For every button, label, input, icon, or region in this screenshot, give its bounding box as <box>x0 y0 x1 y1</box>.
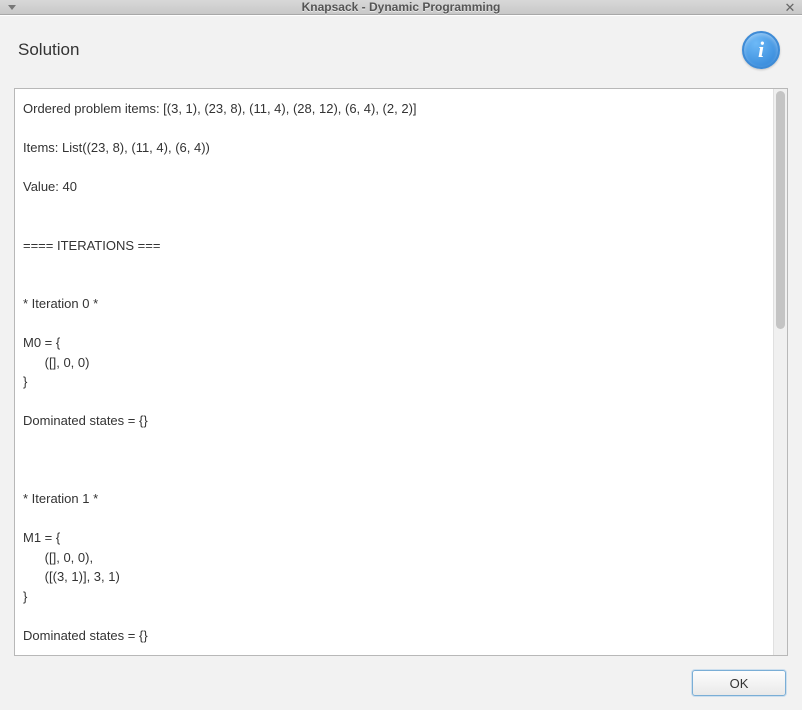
content-frame: Ordered problem items: [(3, 1), (23, 8),… <box>14 88 788 656</box>
titlebar: Knapsack - Dynamic Programming ✕ <box>0 0 802 15</box>
button-row: OK <box>0 656 802 710</box>
info-icon: i <box>742 31 780 69</box>
text-area-wrapper: Ordered problem items: [(3, 1), (23, 8),… <box>14 88 788 656</box>
scrollbar-vertical[interactable] <box>773 89 787 655</box>
dialog-header-row: Solution i <box>0 16 802 80</box>
window-menu-icon[interactable] <box>0 5 24 10</box>
ok-button[interactable]: OK <box>692 670 786 696</box>
dialog-header: Solution <box>18 40 79 60</box>
solution-text[interactable]: Ordered problem items: [(3, 1), (23, 8),… <box>15 89 773 655</box>
close-icon[interactable]: ✕ <box>778 1 802 14</box>
scrollbar-thumb[interactable] <box>776 91 785 329</box>
dialog-body: Solution i Ordered problem items: [(3, 1… <box>0 15 802 710</box>
window-title: Knapsack - Dynamic Programming <box>24 0 778 14</box>
